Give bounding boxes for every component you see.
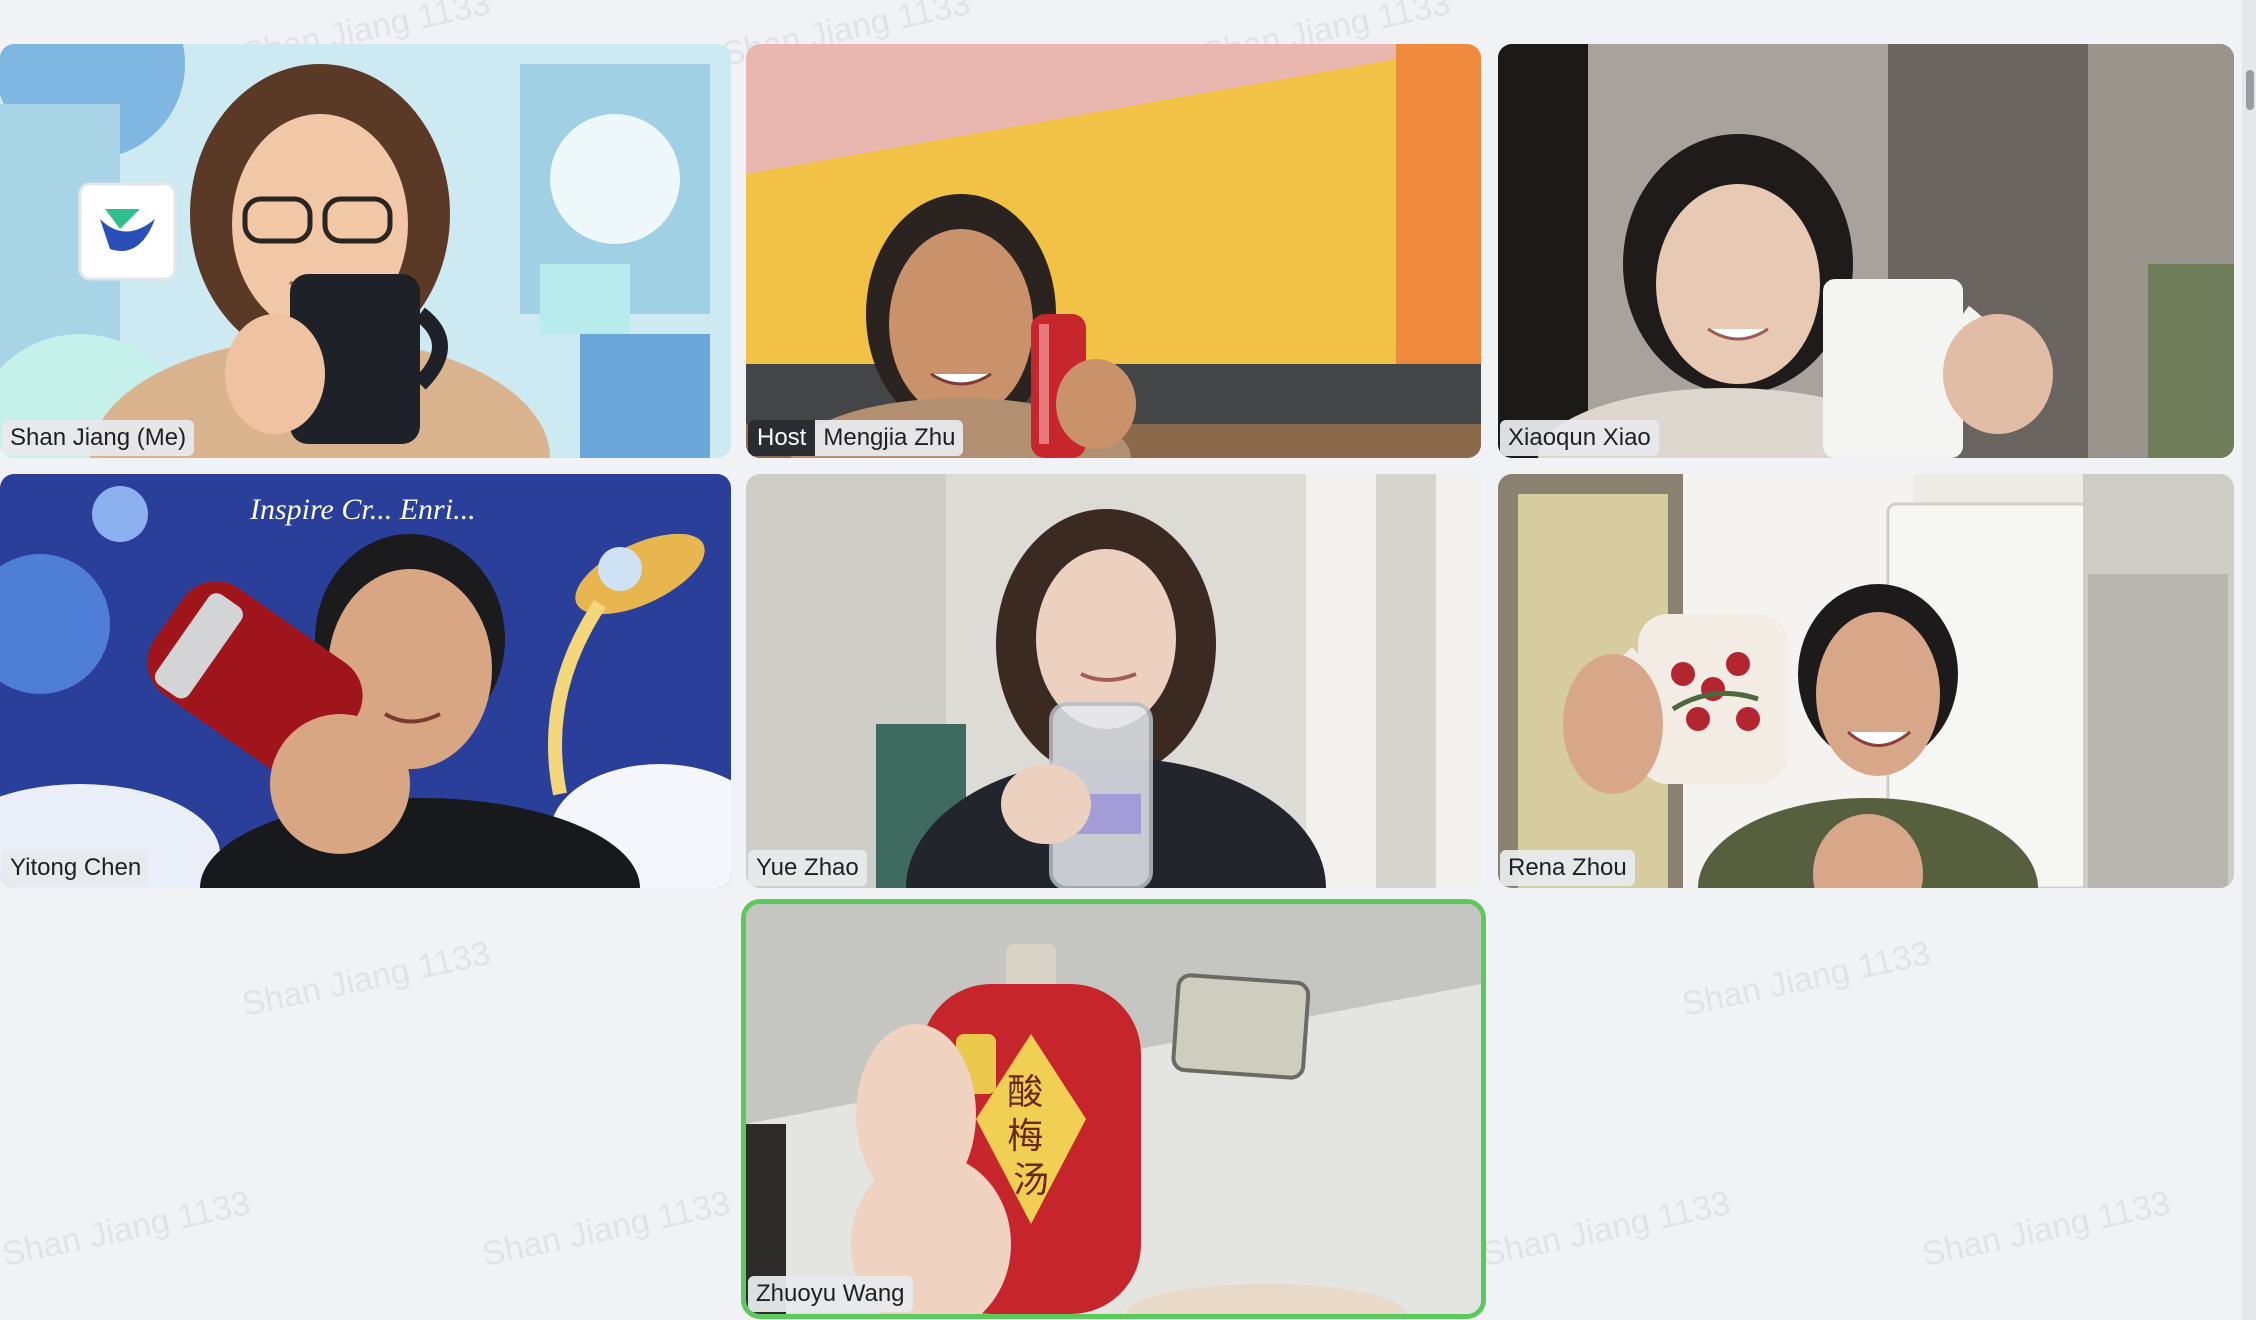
video-feed: 酸 梅 汤 (746, 904, 1481, 1314)
video-feed (1498, 474, 2234, 888)
video-tile-zhuoyu-wang[interactable]: 酸 梅 汤 Zhuoyu Wang (741, 899, 1486, 1319)
participant-name-tag: Rena Zhou (1500, 850, 1635, 886)
video-tile-yue-zhao[interactable]: Yue Zhao (746, 474, 1481, 888)
watermark: Shan Jiang 1133 (478, 1184, 734, 1274)
participant-name-tag: Xiaoqun Xiao (1500, 420, 1659, 456)
participant-name: Yue Zhao (756, 854, 859, 881)
video-feed (746, 474, 1481, 888)
host-badge: Host (748, 420, 816, 456)
video-tile-mengjia-zhu[interactable]: Host Mengjia Zhu (746, 44, 1481, 458)
participant-name: Mengjia Zhu (823, 424, 956, 451)
vertical-scrollbar[interactable] (2242, 0, 2256, 1320)
participant-name-tag: Zhuoyu Wang (748, 1276, 913, 1312)
video-tile-rena-zhou[interactable]: Rena Zhou (1498, 474, 2234, 888)
video-feed (746, 44, 1481, 458)
participant-name-tag: Host Mengjia Zhu (748, 420, 964, 456)
video-tile-shan-jiang[interactable]: Shan Jiang (Me) (0, 44, 731, 458)
participant-name-tag: Yue Zhao (748, 850, 867, 886)
participant-name: Yitong Chen (10, 854, 142, 881)
watermark: Shan Jiang 1133 (0, 1184, 254, 1274)
participant-name-tag: Shan Jiang (Me) (2, 420, 195, 456)
meeting-gallery-view: Shan Jiang 1133 Shan Jiang 1133 Shan Jia… (0, 0, 2256, 1320)
video-feed: Inspire Cr... Enri... (0, 474, 731, 888)
bottle-label-text: 酸 梅 汤 (1007, 1072, 1054, 1201)
video-feed (0, 44, 731, 458)
scrollbar-thumb[interactable] (2246, 70, 2254, 110)
participant-name: Xiaoqun Xiao (1508, 424, 1651, 451)
banner-text: Inspire Cr... Enri... (249, 493, 476, 526)
video-feed (1498, 44, 2234, 458)
participant-name: Rena Zhou (1508, 854, 1627, 881)
participant-name-tag: Yitong Chen (2, 850, 150, 886)
participant-name: Shan Jiang (Me) (10, 424, 187, 451)
watermark: Shan Jiang 1133 (1918, 1184, 2174, 1274)
video-tile-xiaoqun-xiao[interactable]: Xiaoqun Xiao (1498, 44, 2234, 458)
watermark: Shan Jiang 1133 (1478, 1184, 1734, 1274)
watermark: Shan Jiang 1133 (238, 934, 494, 1024)
video-tile-yitong-chen[interactable]: Inspire Cr... Enri... Yitong Chen (0, 474, 731, 888)
participant-name: Zhuoyu Wang (756, 1280, 905, 1307)
watermark: Shan Jiang 1133 (1678, 934, 1934, 1024)
